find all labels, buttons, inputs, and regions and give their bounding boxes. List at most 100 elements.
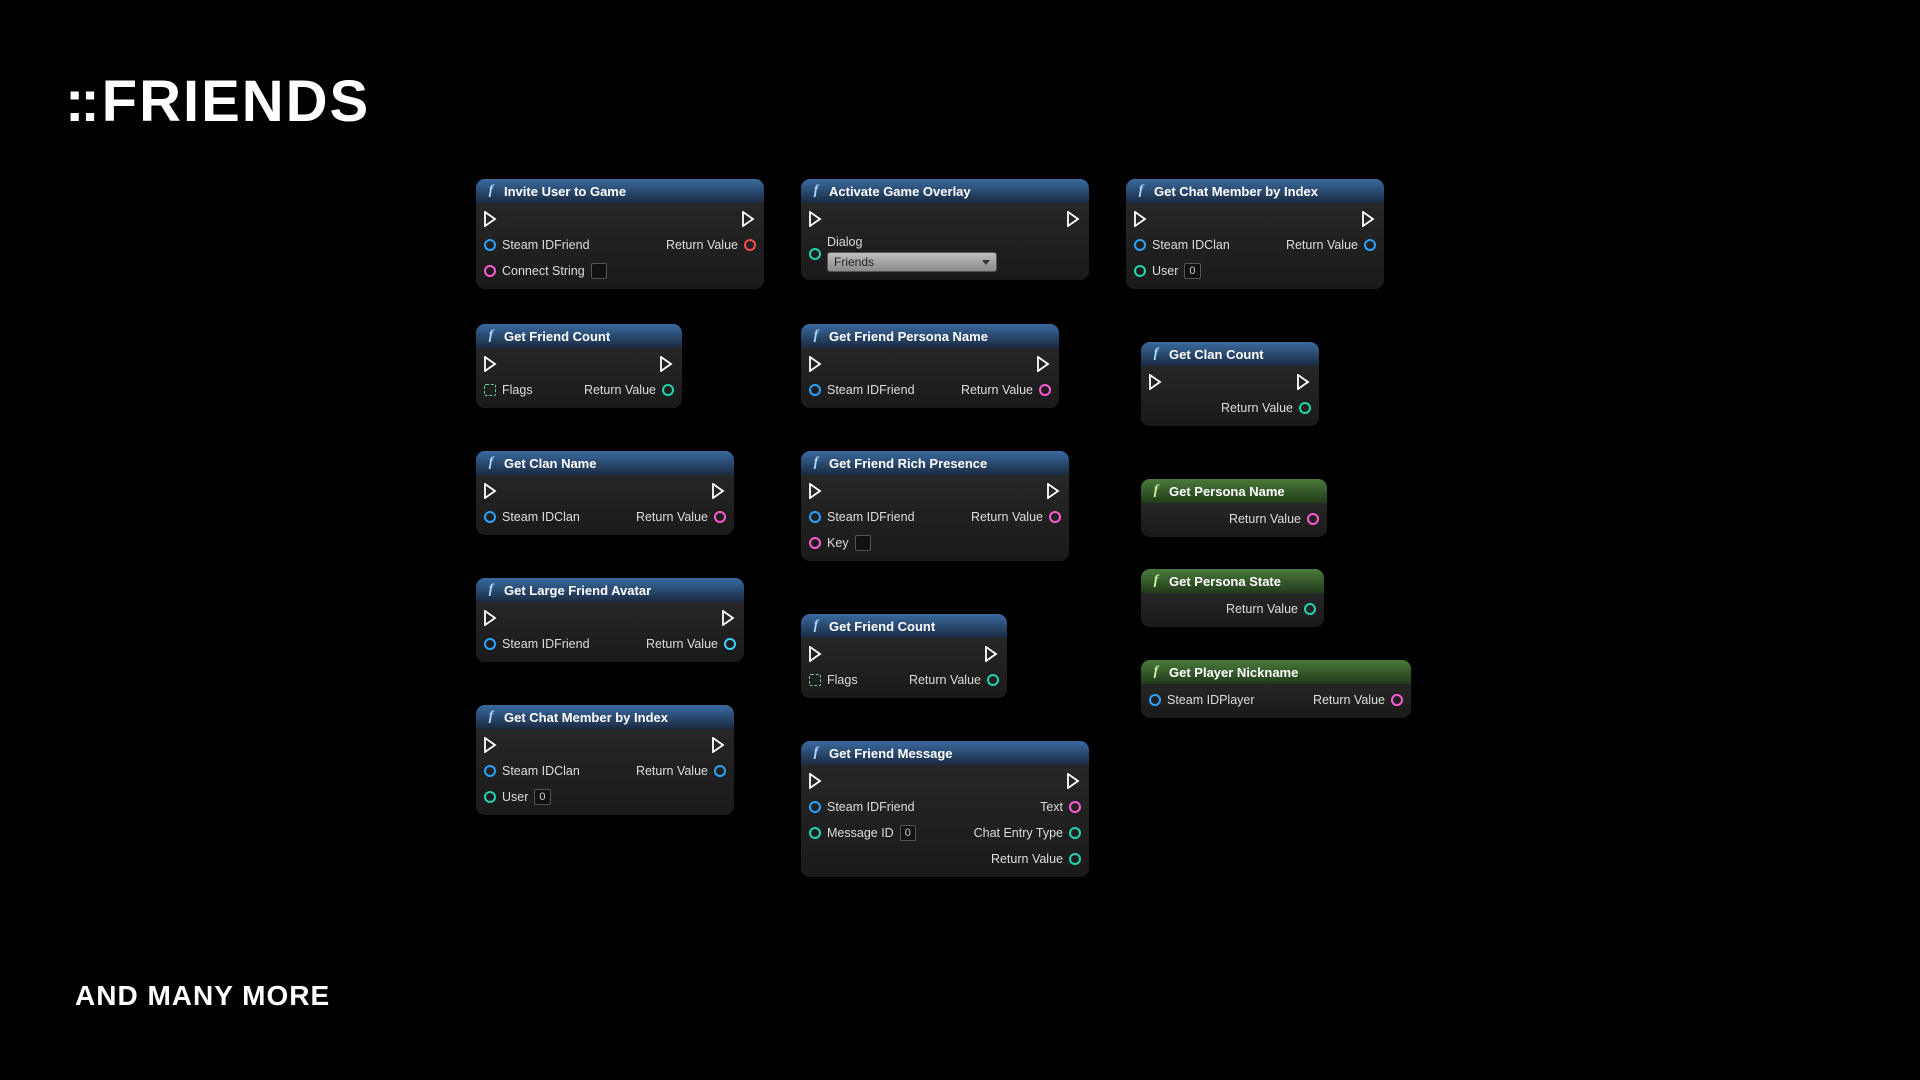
exec-in-pin[interactable]: [484, 209, 498, 229]
data-pin-icon[interactable]: [484, 791, 496, 803]
data-pin-icon[interactable]: [484, 511, 496, 523]
data-pin-icon[interactable]: [484, 265, 496, 277]
pin-value-input[interactable]: 0: [900, 825, 916, 841]
exec-pin-icon[interactable]: [1149, 374, 1163, 390]
node-header[interactable]: fGet Chat Member by Index: [1126, 179, 1384, 203]
node-header[interactable]: fGet Player Nickname: [1141, 660, 1411, 684]
data-pin-icon[interactable]: [987, 674, 999, 686]
data-pin-icon[interactable]: [809, 827, 821, 839]
exec-pin-icon[interactable]: [484, 737, 498, 753]
exec-pin-icon[interactable]: [1134, 211, 1148, 227]
exec-in-pin[interactable]: [484, 354, 498, 374]
exec-pin-icon[interactable]: [809, 773, 823, 789]
data-pin-icon[interactable]: [1149, 694, 1161, 706]
data-pin-icon[interactable]: [1307, 513, 1319, 525]
data-pin-icon[interactable]: [484, 239, 496, 251]
blueprint-node[interactable]: fGet Player NicknameSteam IDPlayerReturn…: [1140, 659, 1412, 719]
exec-pin-icon[interactable]: [712, 483, 726, 499]
exec-in-pin[interactable]: [484, 735, 498, 755]
data-pin-icon[interactable]: [1069, 801, 1081, 813]
data-pin-icon[interactable]: [1039, 384, 1051, 396]
exec-pin-icon[interactable]: [809, 646, 823, 662]
exec-out-pin[interactable]: [742, 209, 756, 229]
data-pin-icon[interactable]: [809, 801, 821, 813]
exec-pin-icon[interactable]: [985, 646, 999, 662]
data-pin-icon[interactable]: [1299, 402, 1311, 414]
exec-pin-icon[interactable]: [712, 737, 726, 753]
exec-out-pin[interactable]: [660, 354, 674, 374]
struct-pin-icon[interactable]: [484, 384, 496, 396]
node-header[interactable]: fGet Friend Rich Presence: [801, 451, 1069, 475]
node-header[interactable]: fGet Chat Member by Index: [476, 705, 734, 729]
blueprint-node[interactable]: fGet Chat Member by IndexSteam IDClanUse…: [475, 704, 735, 816]
pin-value-input[interactable]: [591, 263, 607, 279]
pin-value-input[interactable]: 0: [1184, 263, 1200, 279]
data-pin-icon[interactable]: [1069, 827, 1081, 839]
exec-in-pin[interactable]: [484, 481, 498, 501]
exec-out-pin[interactable]: [722, 608, 736, 628]
node-header[interactable]: fGet Persona State: [1141, 569, 1324, 593]
data-pin-icon[interactable]: [809, 384, 821, 396]
blueprint-node[interactable]: fGet Friend MessageSteam IDFriendMessage…: [800, 740, 1090, 878]
data-pin-icon[interactable]: [1049, 511, 1061, 523]
data-pin-icon[interactable]: [744, 239, 756, 251]
data-pin-icon[interactable]: [1134, 239, 1146, 251]
data-pin-icon[interactable]: [809, 248, 821, 260]
data-pin-icon[interactable]: [724, 638, 736, 650]
exec-out-pin[interactable]: [712, 735, 726, 755]
exec-pin-icon[interactable]: [1047, 483, 1061, 499]
data-pin-icon[interactable]: [714, 511, 726, 523]
exec-pin-icon[interactable]: [484, 610, 498, 626]
data-pin-icon[interactable]: [1364, 239, 1376, 251]
exec-out-pin[interactable]: [1037, 354, 1051, 374]
exec-pin-icon[interactable]: [1362, 211, 1376, 227]
exec-pin-icon[interactable]: [722, 610, 736, 626]
blueprint-node[interactable]: fGet Persona NameReturn Value: [1140, 478, 1328, 538]
blueprint-node[interactable]: fGet Friend Persona NameSteam IDFriendRe…: [800, 323, 1060, 409]
exec-in-pin[interactable]: [809, 771, 823, 791]
struct-pin-icon[interactable]: [809, 674, 821, 686]
data-pin-icon[interactable]: [484, 765, 496, 777]
dialog-dropdown[interactable]: Friends: [827, 252, 997, 272]
pin-value-input[interactable]: 0: [534, 789, 550, 805]
exec-pin-icon[interactable]: [660, 356, 674, 372]
blueprint-node[interactable]: fGet Friend Rich PresenceSteam IDFriendK…: [800, 450, 1070, 562]
node-header[interactable]: fGet Friend Count: [476, 324, 682, 348]
node-header[interactable]: fGet Friend Count: [801, 614, 1007, 638]
data-pin-icon[interactable]: [809, 511, 821, 523]
exec-in-pin[interactable]: [484, 608, 498, 628]
node-header[interactable]: fGet Friend Persona Name: [801, 324, 1059, 348]
blueprint-node[interactable]: fGet Friend CountFlagsReturn Value: [475, 323, 683, 409]
blueprint-node[interactable]: fGet Chat Member by IndexSteam IDClanUse…: [1125, 178, 1385, 290]
blueprint-node[interactable]: fGet Clan CountReturn Value: [1140, 341, 1320, 427]
data-pin-icon[interactable]: [1391, 694, 1403, 706]
node-header[interactable]: fActivate Game Overlay: [801, 179, 1089, 203]
exec-pin-icon[interactable]: [1067, 211, 1081, 227]
data-pin-icon[interactable]: [1069, 853, 1081, 865]
exec-pin-icon[interactable]: [484, 356, 498, 372]
node-header[interactable]: fGet Friend Message: [801, 741, 1089, 765]
pin-value-input[interactable]: [855, 535, 871, 551]
exec-in-pin[interactable]: [1134, 209, 1148, 229]
exec-in-pin[interactable]: [809, 481, 823, 501]
exec-in-pin[interactable]: [809, 354, 823, 374]
node-header[interactable]: fGet Persona Name: [1141, 479, 1327, 503]
exec-out-pin[interactable]: [985, 644, 999, 664]
node-header[interactable]: fInvite User to Game: [476, 179, 764, 203]
node-header[interactable]: fGet Clan Name: [476, 451, 734, 475]
exec-out-pin[interactable]: [1297, 372, 1311, 392]
exec-out-pin[interactable]: [1067, 771, 1081, 791]
exec-pin-icon[interactable]: [1297, 374, 1311, 390]
blueprint-node[interactable]: fActivate Game OverlayDialogFriends: [800, 178, 1090, 281]
exec-pin-icon[interactable]: [809, 483, 823, 499]
exec-pin-icon[interactable]: [484, 483, 498, 499]
exec-out-pin[interactable]: [1047, 481, 1061, 501]
exec-out-pin[interactable]: [1362, 209, 1376, 229]
blueprint-node[interactable]: fGet Friend CountFlagsReturn Value: [800, 613, 1008, 699]
data-pin-icon[interactable]: [1304, 603, 1316, 615]
data-pin-icon[interactable]: [662, 384, 674, 396]
data-pin-icon[interactable]: [484, 638, 496, 650]
exec-pin-icon[interactable]: [809, 356, 823, 372]
exec-pin-icon[interactable]: [1037, 356, 1051, 372]
exec-in-pin[interactable]: [809, 644, 823, 664]
